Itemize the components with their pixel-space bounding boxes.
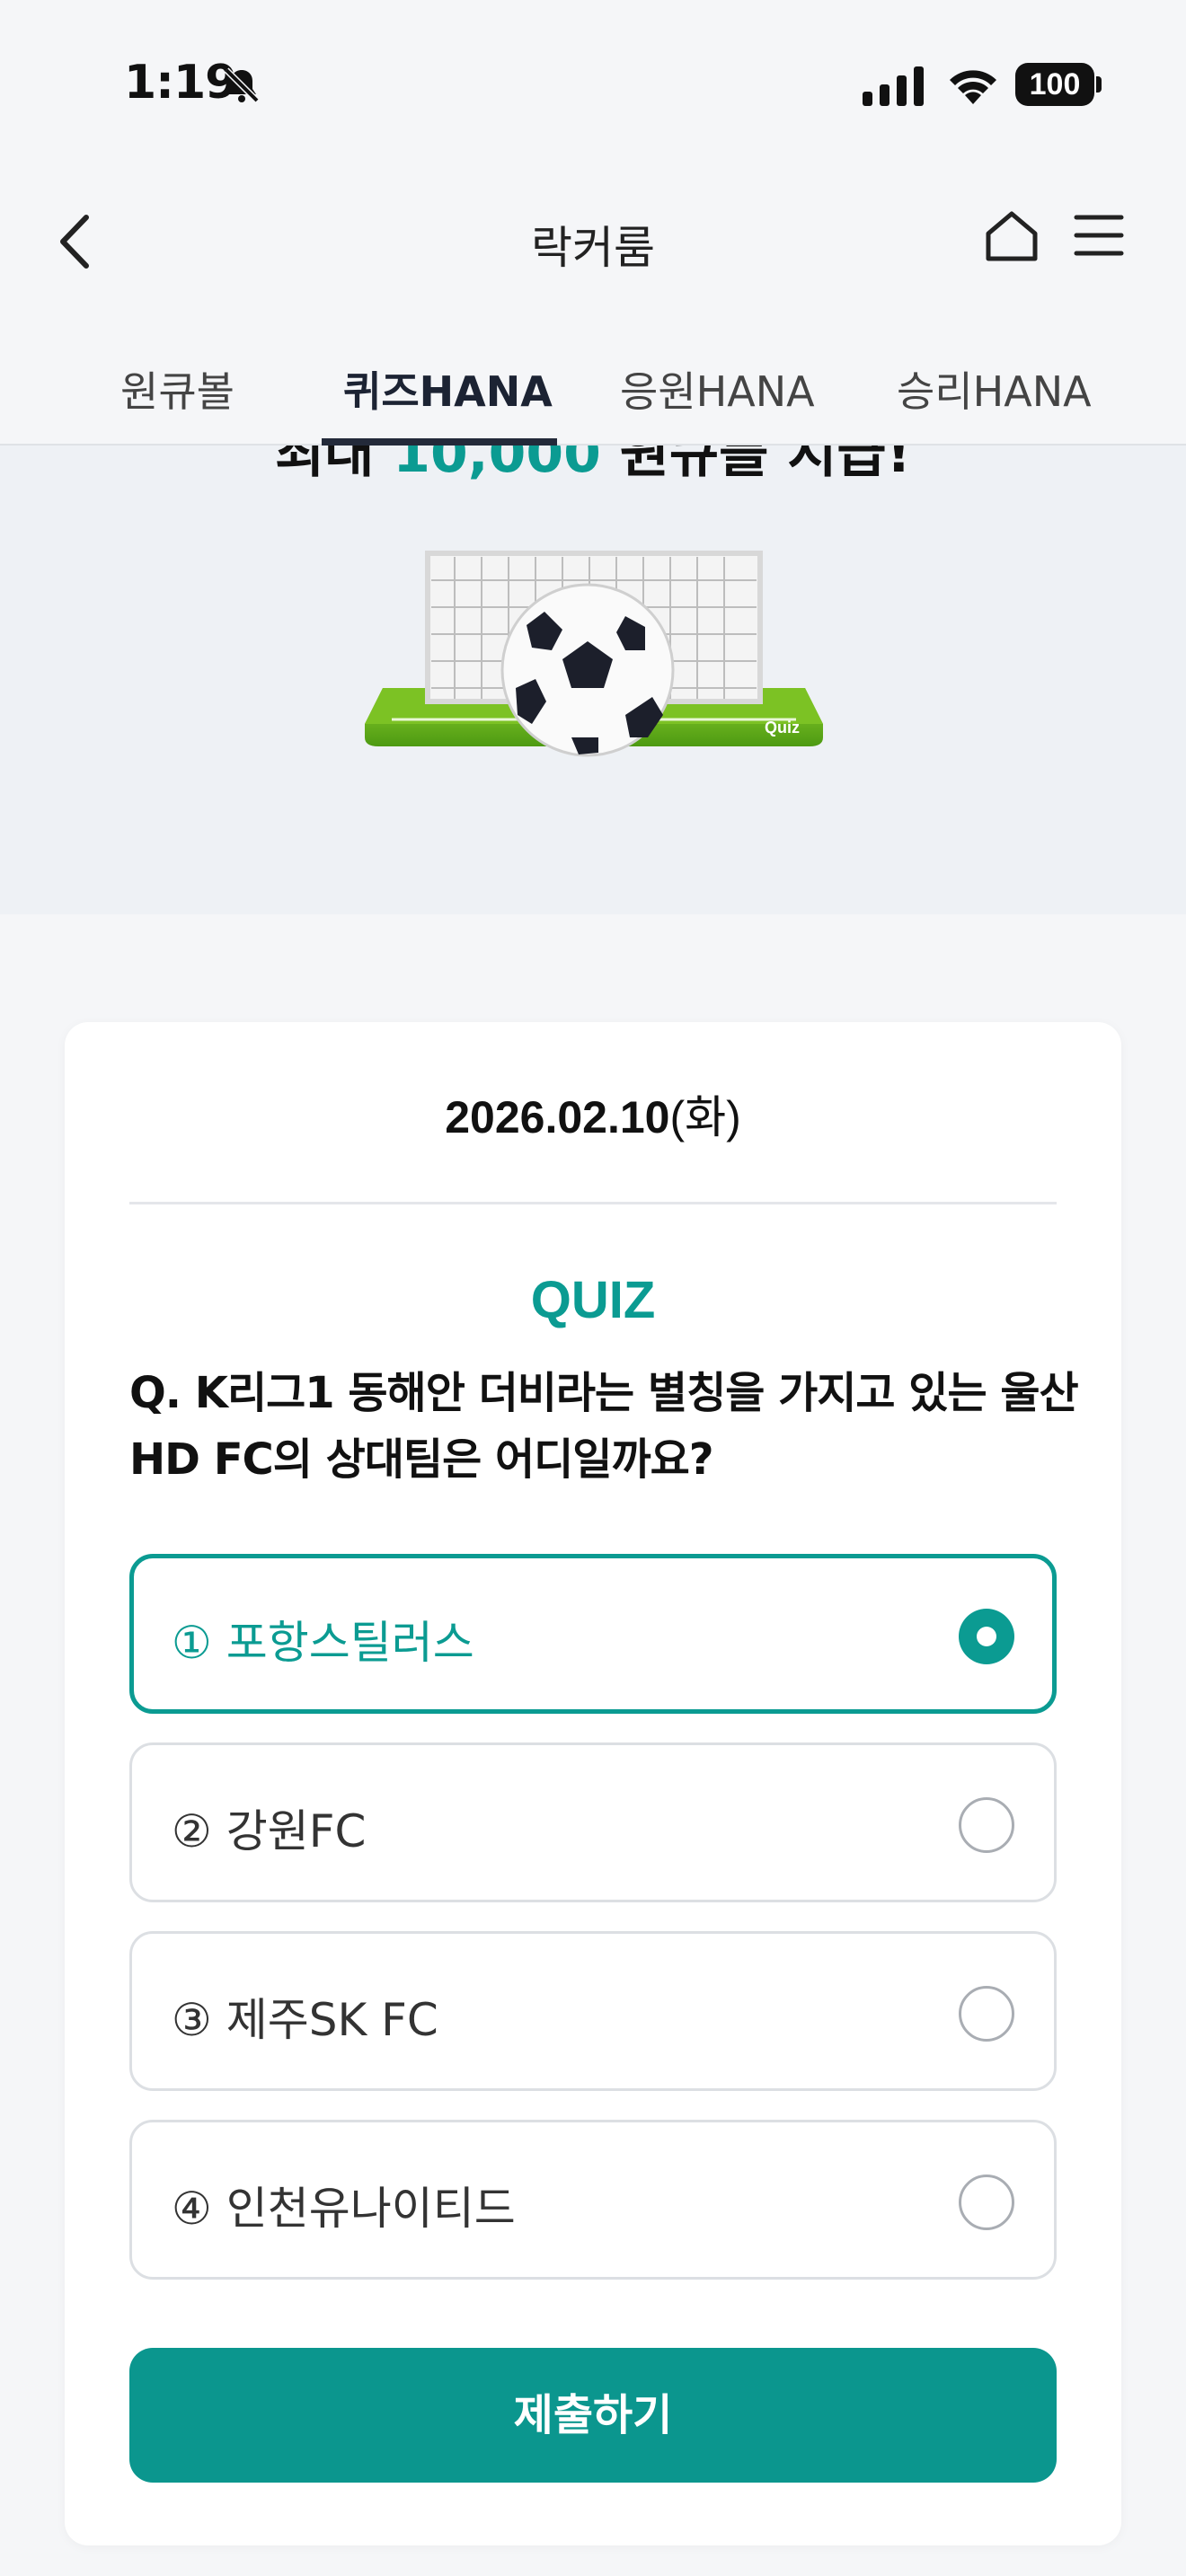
submit-button[interactable]: 제출하기 xyxy=(129,2348,1057,2483)
hero-headline-prefix: 최대 xyxy=(275,446,394,485)
option-label: ① 포항스틸러스 xyxy=(172,1617,474,1669)
radio-dot xyxy=(977,1627,996,1646)
cellular-signal-icon xyxy=(863,66,924,106)
quiz-date: 2026.02.10(화) xyxy=(65,1081,1121,1146)
soccer-goal-illustration: Quiz xyxy=(365,551,823,757)
wifi-icon xyxy=(950,70,996,104)
status-bar: 1:19 100 xyxy=(0,0,1186,171)
active-tab-indicator xyxy=(322,438,557,446)
hero-headline-suffix: 원큐를 지급! xyxy=(600,446,911,485)
card-divider xyxy=(129,1202,1057,1204)
tab-onequball[interactable]: 원큐볼 xyxy=(120,359,235,419)
battery-indicator: 100 xyxy=(1015,63,1102,106)
tab-quiz-hana[interactable]: 퀴즈HANA xyxy=(343,359,553,419)
nav-bar: 락커룸 xyxy=(0,171,1186,314)
option-label: ③ 제주SK FC xyxy=(172,1994,438,2046)
bell-muted-icon xyxy=(224,67,260,103)
quiz-option-1[interactable]: ① 포항스틸러스 xyxy=(129,1554,1057,1714)
quiz-option-2[interactable]: ② 강원FC xyxy=(129,1742,1057,1902)
tab-cheer-hana[interactable]: 응원HANA xyxy=(620,359,815,419)
quiz-option-3[interactable]: ③ 제주SK FC xyxy=(129,1931,1057,2091)
radio-empty-icon[interactable] xyxy=(959,2175,1014,2230)
hero-headline: 최대 10,000 원큐를 지급! xyxy=(0,446,1186,488)
option-label: ② 강원FC xyxy=(172,1805,367,1857)
quiz-question: Q. K리그1 동해안 더비라는 별칭을 가지고 있는 울산 HD FC의 상대… xyxy=(129,1368,1079,1485)
radio-empty-icon[interactable] xyxy=(959,1797,1014,1853)
quiz-label: QUIZ xyxy=(530,1271,656,1329)
tab-victory-hana[interactable]: 승리HANA xyxy=(897,359,1092,419)
radio-selected-icon[interactable] xyxy=(959,1609,1014,1664)
quiz-date-value: 2026.02.10 xyxy=(445,1092,670,1142)
quiz-option-4[interactable]: ④ 인천유나이티드 xyxy=(129,2120,1057,2280)
quiz-badge: Quiz xyxy=(765,719,800,737)
option-label: ④ 인천유나이티드 xyxy=(172,2183,516,2235)
quiz-card: 2026.02.10(화) QUIZ Q. K리그1 동해안 더비라는 별칭을 … xyxy=(65,1022,1121,2545)
tab-bar: 원큐볼 퀴즈HANA 응원HANA 승리HANA xyxy=(0,314,1186,446)
status-time: 1:19 xyxy=(124,56,237,110)
battery-tip xyxy=(1096,76,1102,93)
home-icon[interactable] xyxy=(983,207,1040,264)
hero-banner: 최대 10,000 원큐를 지급! Quiz xyxy=(0,446,1186,914)
menu-icon[interactable] xyxy=(1073,208,1125,262)
quiz-day-of-week: (화) xyxy=(669,1092,741,1142)
radio-empty-icon[interactable] xyxy=(959,1986,1014,2042)
hero-headline-amount: 10,000 xyxy=(393,446,601,485)
battery-level: 100 xyxy=(1015,63,1094,106)
